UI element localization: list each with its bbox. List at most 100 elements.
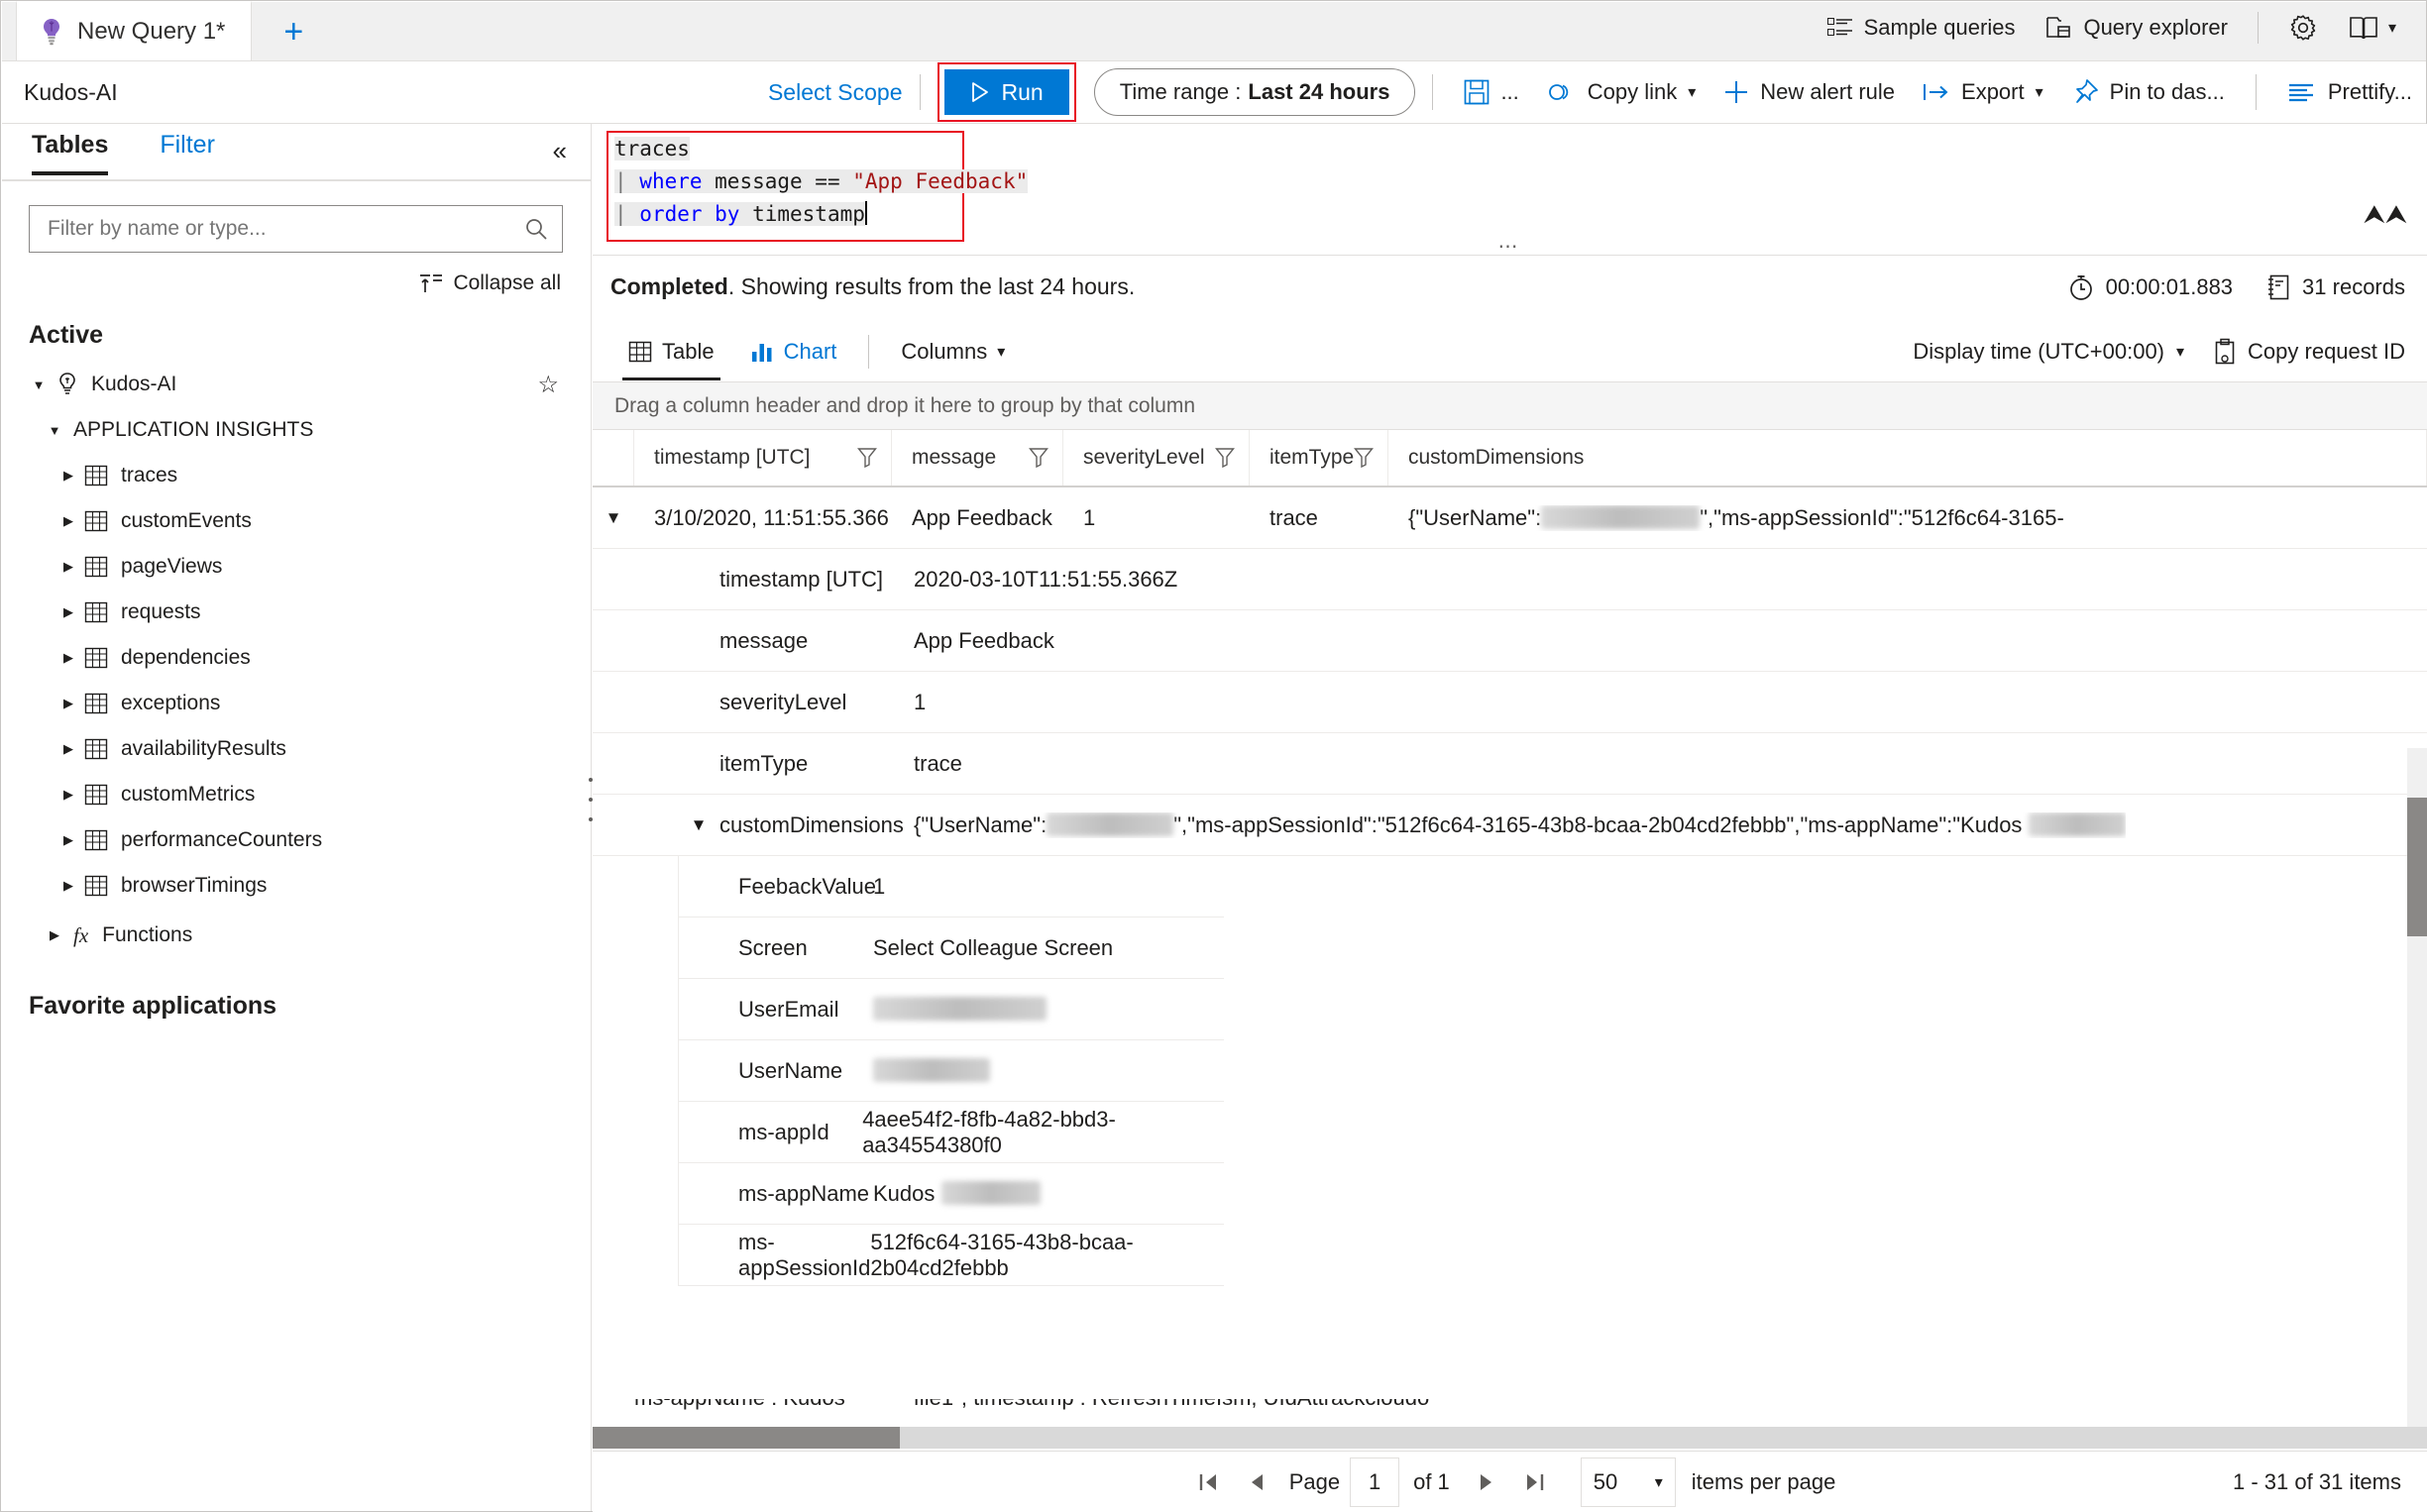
page-number-input[interactable] (1350, 1457, 1400, 1507)
prettify-button[interactable]: Prettify... (2273, 68, 2426, 116)
filter-funnel-icon[interactable] (857, 447, 877, 469)
filter-funnel-icon[interactable] (1354, 447, 1375, 469)
caret-down-icon[interactable]: ▼ (28, 378, 50, 392)
caret-right-icon[interactable]: ▶ (57, 559, 79, 575)
row-collapse-icon[interactable]: ▼ (593, 508, 634, 528)
help-book-button[interactable]: ▾ (2334, 9, 2412, 47)
chevron-down-icon: ▾ (2176, 343, 2185, 361)
columns-dropdown[interactable]: Columns ▾ (883, 323, 1023, 380)
custom-dimension-key: ms-appName (738, 1180, 870, 1206)
column-header-timestamp[interactable]: timestamp [UTC] (634, 430, 892, 486)
record-count: 31 records (2266, 273, 2405, 301)
caret-right-icon[interactable]: ▶ (57, 696, 79, 711)
filter-search-box[interactable] (29, 205, 563, 253)
caret-right-icon[interactable]: ▶ (44, 927, 65, 943)
query-explorer-button[interactable]: Query explorer (2031, 9, 2244, 47)
query-editor[interactable]: traces | where message == "App Feedback"… (593, 124, 2427, 257)
column-header-message[interactable]: message (892, 430, 1063, 486)
display-time-dropdown[interactable]: Display time (UTC+00:00) ▾ (1913, 339, 2184, 365)
caret-right-icon[interactable]: ▶ (57, 513, 79, 529)
tree-node-functions[interactable]: ▶ fx Functions (2, 913, 591, 958)
double-chevron-left-icon[interactable]: « (553, 136, 567, 166)
caret-right-icon[interactable]: ▶ (57, 787, 79, 803)
custom-dimension-row: ms-appId 4aee54f2-f8fb-4a82-bbd3-aa345543… (679, 1102, 1224, 1163)
caret-right-icon[interactable]: ▶ (57, 832, 79, 848)
next-page-icon[interactable] (1464, 1471, 1509, 1493)
sidebar-table-browsertimings[interactable]: ▶ browserTimings (2, 863, 591, 909)
caret-right-icon[interactable]: ▶ (57, 468, 79, 484)
lightbulb-icon (39, 18, 64, 46)
sidebar-table-performancecounters[interactable]: ▶ performanceCounters (2, 817, 591, 863)
group-by-dropzone[interactable]: Drag a column header and drop it here to… (593, 382, 2427, 430)
sample-queries-button[interactable]: Sample queries (1812, 9, 2032, 47)
favorite-star-icon[interactable]: ☆ (537, 371, 559, 399)
detail-row: itemType trace (593, 733, 2427, 795)
new-tab-button[interactable]: + (274, 15, 313, 49)
clipboard-icon (2214, 338, 2236, 366)
table-row[interactable]: ▼ 3/10/2020, 11:51:55.366 AM App Feedbac… (593, 487, 2427, 549)
previous-page-icon[interactable] (1234, 1471, 1279, 1493)
copy-request-id-button[interactable]: Copy request ID (2214, 338, 2405, 366)
query-tab[interactable]: New Query 1* (16, 1, 253, 60)
editor-resize-grip[interactable]: ⋯ (1498, 237, 1522, 257)
time-range-picker[interactable]: Time range : Last 24 hours (1093, 68, 1416, 116)
filter-funnel-icon[interactable] (1029, 447, 1048, 469)
sidebar-table-availabilityresults[interactable]: ▶ availabilityResults (2, 726, 591, 772)
sidebar-table-label: exceptions (121, 692, 221, 714)
sidebar-table-traces[interactable]: ▶ traces (2, 453, 591, 498)
collapse-all-button[interactable]: Collapse all (2, 271, 561, 295)
filter-search-input[interactable] (46, 216, 524, 242)
new-alert-rule-button[interactable]: New alert rule (1710, 68, 1909, 116)
cell-timestamp: 3/10/2020, 11:51:55.366 AM (654, 504, 892, 530)
custom-dimension-row: ms-appName Kudos (679, 1163, 1224, 1225)
custom-dimension-value: Select Colleague Screen (873, 935, 1113, 961)
collapse-editor-icon[interactable]: ⮝⮝ (2364, 199, 2407, 231)
select-scope-link[interactable]: Select Scope (768, 79, 903, 106)
results-vertical-scrollbar-thumb[interactable] (2407, 798, 2427, 936)
table-icon (84, 829, 108, 851)
tab-tables[interactable]: Tables (32, 131, 109, 175)
caret-down-icon[interactable]: ▼ (44, 423, 65, 438)
custom-dimension-key: Screen (738, 934, 808, 960)
filter-funnel-icon[interactable] (1215, 447, 1235, 469)
customdimensions-collapse-icon[interactable]: ▼ (678, 815, 719, 835)
caret-right-icon[interactable]: ▶ (57, 604, 79, 620)
cell-customdimensions-pre: {"UserName": (1408, 504, 1542, 530)
caret-right-icon[interactable]: ▶ (57, 650, 79, 666)
tree-node-workspace[interactable]: ▼ Kudos-AI ☆ (2, 362, 591, 407)
sidebar-table-exceptions[interactable]: ▶ exceptions (2, 681, 591, 726)
sidebar-table-requests[interactable]: ▶ requests (2, 590, 591, 635)
detail-row-customdimensions[interactable]: ▼ customDimensions {"UserName": ","ms-app… (593, 795, 2427, 856)
column-header-itemtype[interactable]: itemType (1250, 430, 1388, 486)
tab-filter[interactable]: Filter (160, 131, 215, 173)
detail-row: message App Feedback (593, 610, 2427, 672)
results-grid-header: timestamp [UTC] message severityLevel it… (593, 430, 2427, 487)
first-page-icon[interactable] (1184, 1471, 1234, 1493)
run-button[interactable]: Run (943, 69, 1069, 115)
settings-button[interactable] (2272, 7, 2334, 49)
sidebar-table-dependencies[interactable]: ▶ dependencies (2, 635, 591, 681)
pin-to-dashboard-button[interactable]: Pin to das... (2057, 68, 2239, 116)
tab-table-view[interactable]: Table (610, 323, 732, 380)
last-page-icon[interactable] (1509, 1471, 1559, 1493)
pin-icon (2071, 78, 2099, 106)
favorite-applications-title: Favorite applications (29, 992, 277, 1020)
caret-right-icon[interactable]: ▶ (57, 878, 79, 894)
columns-label: Columns (901, 338, 988, 364)
sidebar-table-custommetrics[interactable]: ▶ customMetrics (2, 772, 591, 817)
sidebar-table-pageviews[interactable]: ▶ pageViews (2, 544, 591, 590)
caret-right-icon[interactable]: ▶ (57, 741, 79, 757)
column-header-severitylevel[interactable]: severityLevel (1063, 430, 1250, 486)
query-line-2-mid: message == (702, 169, 853, 193)
export-button[interactable]: Export ▾ (1909, 68, 2057, 116)
custom-dimension-key: UserName (738, 1057, 843, 1083)
save-button[interactable]: ... (1450, 68, 1532, 116)
tab-chart-view[interactable]: Chart (732, 323, 855, 380)
tree-group-application-insights[interactable]: ▼ APPLICATION INSIGHTS (2, 407, 591, 453)
copy-link-button[interactable]: Copy link ▾ (1533, 68, 1710, 116)
sidebar-table-customevents[interactable]: ▶ customEvents (2, 498, 591, 544)
time-range-prefix: Time range : (1119, 79, 1242, 104)
results-horizontal-scrollbar-thumb[interactable] (593, 1427, 900, 1449)
items-per-page-select[interactable]: 50 ▾ (1580, 1457, 1676, 1507)
column-header-customdimensions[interactable]: customDimensions (1388, 430, 2427, 486)
